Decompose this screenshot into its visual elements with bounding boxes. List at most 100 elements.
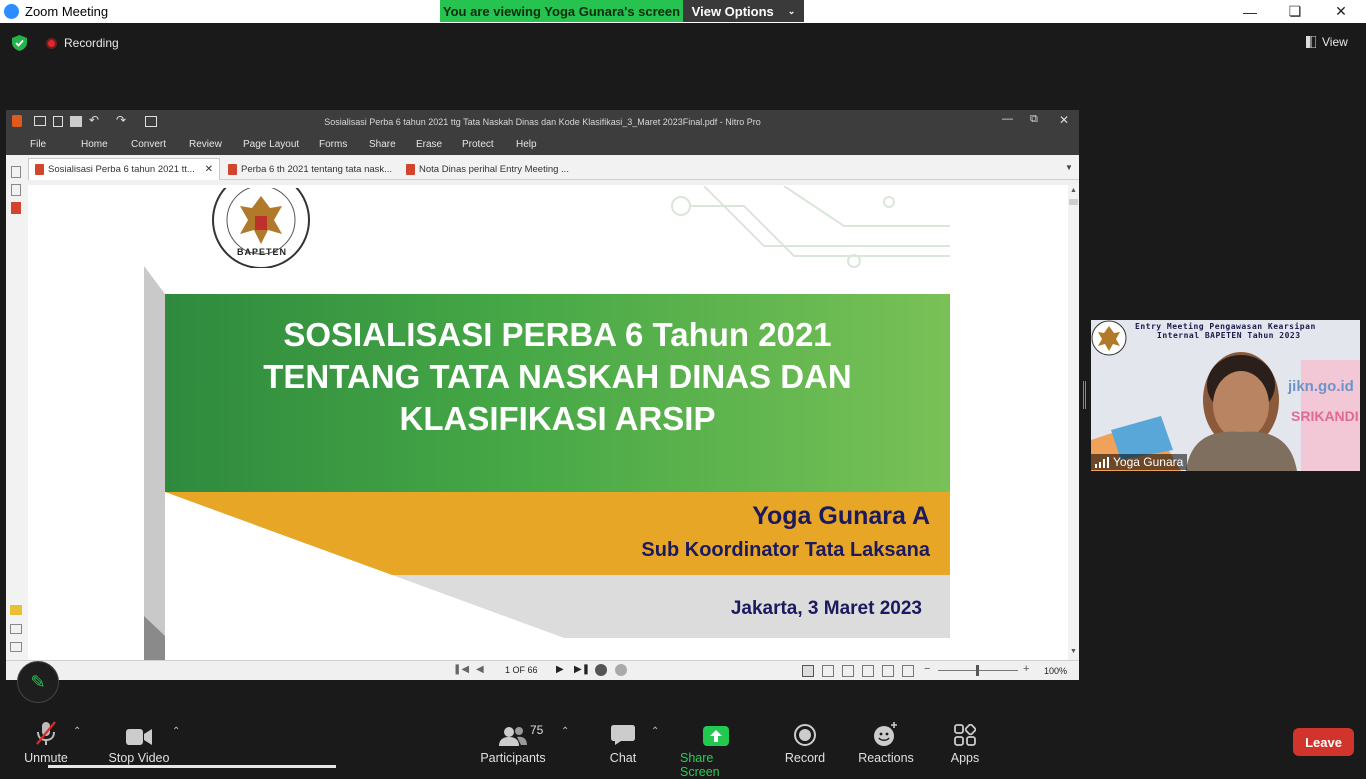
menu-file[interactable]: File <box>30 139 46 150</box>
fit-page-icon[interactable] <box>902 665 914 677</box>
record-button[interactable]: Record <box>784 720 826 765</box>
pages-panel-icon[interactable] <box>11 166 21 178</box>
zoom-out-icon[interactable]: − <box>924 663 930 675</box>
comments-panel-icon[interactable] <box>10 605 22 615</box>
zoom-slider-thumb[interactable] <box>976 665 979 676</box>
slide-title-line-3: KLASIFIKASI ARSIP <box>399 400 716 437</box>
menu-protect[interactable]: Protect <box>462 139 494 150</box>
pencil-icon: ✎ <box>30 671 46 692</box>
restore-button[interactable]: ❏ <box>1272 0 1318 23</box>
nitro-close-icon[interactable]: ✕ <box>1059 113 1069 127</box>
doc-tab-1[interactable]: Sosialisasi Perba 6 tahun 2021 tt... ✕ <box>28 158 220 180</box>
nitro-minimize-icon[interactable]: — <box>1002 113 1013 125</box>
menu-home[interactable]: Home <box>81 139 108 150</box>
participant-video[interactable]: Entry Meeting Pengawasan Kearsipan Inter… <box>1091 320 1360 471</box>
menu-forms[interactable]: Forms <box>319 139 347 150</box>
scroll-down-icon[interactable]: ▼ <box>1070 648 1077 655</box>
doc-tab-label: Sosialisasi Perba 6 tahun 2021 tt... <box>48 164 195 175</box>
print-icon[interactable] <box>70 116 82 127</box>
scroll-thumb[interactable] <box>1069 199 1078 205</box>
menu-erase[interactable]: Erase <box>416 139 442 150</box>
shield-icon[interactable] <box>12 35 27 51</box>
stop-video-button[interactable]: Stop Video <box>108 720 170 765</box>
doc-tab-2[interactable]: Perba 6 th 2021 tentang tata nask... <box>222 158 400 180</box>
continuous-page-icon[interactable] <box>822 665 834 677</box>
signatures-panel-icon[interactable] <box>10 624 22 634</box>
tab-close-icon[interactable]: ✕ <box>205 164 213 175</box>
nitro-restore-icon[interactable]: ⧉ <box>1030 113 1038 126</box>
next-page-icon[interactable]: ▶ <box>556 664 564 675</box>
video-overlay-brand: SRIKANDI <box>1291 408 1359 424</box>
open-folder-icon[interactable] <box>34 116 46 126</box>
close-button[interactable]: ✕ <box>1318 0 1364 23</box>
video-options-caret-icon[interactable]: ⌃ <box>172 726 180 737</box>
tabs-dropdown-icon[interactable]: ▼ <box>1065 163 1073 172</box>
share-screen-label: Share Screen <box>680 751 720 779</box>
chat-icon <box>611 725 635 745</box>
unmute-button[interactable]: Unmute <box>24 720 68 765</box>
window-title: Zoom Meeting <box>25 4 109 19</box>
logo-text: BAPETEN <box>237 247 288 257</box>
reactions-icon <box>874 722 897 746</box>
apps-button[interactable]: Apps <box>948 720 982 765</box>
view-label: View <box>1322 35 1348 49</box>
participants-options-caret-icon[interactable]: ⌃ <box>561 726 569 737</box>
menu-convert[interactable]: Convert <box>131 139 166 150</box>
bookmarks-panel-icon[interactable] <box>11 184 21 196</box>
back-view-icon[interactable] <box>595 664 607 676</box>
minimize-icon: — <box>1243 3 1257 20</box>
slide-title-line-1: SOSIALISASI PERBA 6 Tahun 2021 <box>283 316 832 353</box>
page-indicator[interactable]: 1 OF 66 <box>505 665 538 675</box>
view-options-button[interactable]: View Options ⌄ <box>683 0 804 22</box>
last-page-icon[interactable]: ▶❚ <box>574 664 590 675</box>
previous-page-icon[interactable]: ◀ <box>476 664 484 675</box>
save-icon[interactable] <box>53 116 63 127</box>
menu-page-layout[interactable]: Page Layout <box>243 139 299 150</box>
facing-page-icon[interactable] <box>842 665 854 677</box>
slide-title: SOSIALISASI PERBA 6 Tahun 2021 TENTANG T… <box>165 314 950 440</box>
doc-tab-3[interactable]: Nota Dinas perihal Entry Meeting ... <box>400 158 580 180</box>
facing-continuous-icon[interactable] <box>862 665 874 677</box>
audio-options-caret-icon[interactable]: ⌃ <box>73 726 81 737</box>
fit-width-icon[interactable] <box>882 665 894 677</box>
annotate-button[interactable]: ✎ <box>17 661 59 703</box>
zoom-level[interactable]: 100% <box>1044 666 1067 676</box>
nitro-menu-bar: File Home Convert Review Page Layout For… <box>6 133 1079 155</box>
select-tool-icon[interactable] <box>145 116 157 127</box>
presenter-name: Yoga Gunara A <box>752 502 930 530</box>
undo-icon[interactable]: ↶ <box>89 113 99 127</box>
recording-label[interactable]: Recording <box>64 36 119 50</box>
minimize-button[interactable]: — <box>1227 0 1273 23</box>
forward-view-icon[interactable] <box>615 664 627 676</box>
reactions-button[interactable]: Reactions <box>858 720 914 765</box>
viewing-banner: You are viewing Yoga Gunara's screen <box>440 0 683 22</box>
microphone-muted-icon <box>36 721 56 745</box>
scroll-up-icon[interactable]: ▲ <box>1070 187 1077 194</box>
chat-options-caret-icon[interactable]: ⌃ <box>651 726 659 737</box>
attachments-panel-icon[interactable] <box>11 202 21 214</box>
menu-review[interactable]: Review <box>189 139 222 150</box>
splitter-handle[interactable] <box>1083 381 1086 409</box>
close-icon: ✕ <box>1335 3 1347 19</box>
single-page-icon[interactable] <box>802 665 814 677</box>
doc-tab-label: Perba 6 th 2021 tentang tata nask... <box>241 163 393 175</box>
participant-name-label: Yoga Gunara <box>1091 454 1188 470</box>
vertical-scrollbar[interactable]: ▲ ▼ <box>1068 185 1079 660</box>
nitro-status-bar: ❚◀ ◀ 1 OF 66 ▶ ▶❚ − + 100% <box>6 660 1079 680</box>
apps-label: Apps <box>950 751 980 765</box>
restore-icon: ❏ <box>1288 3 1302 19</box>
zoom-in-icon[interactable]: + <box>1023 663 1029 675</box>
leave-button[interactable]: Leave <box>1293 728 1354 756</box>
redo-icon[interactable]: ↷ <box>116 113 126 127</box>
share-screen-button[interactable]: Share Screen <box>680 720 752 779</box>
output-panel-icon[interactable] <box>10 642 22 652</box>
first-page-icon[interactable]: ❚◀ <box>453 664 469 675</box>
menu-help[interactable]: Help <box>516 139 537 150</box>
menu-share[interactable]: Share <box>369 139 396 150</box>
zoom-logo-icon <box>4 4 19 19</box>
view-button[interactable]: View <box>1306 35 1348 49</box>
participants-label: Participants <box>480 751 546 765</box>
stop-video-label: Stop Video <box>108 751 170 765</box>
chat-button[interactable]: Chat <box>606 720 640 765</box>
chat-label: Chat <box>609 751 637 765</box>
